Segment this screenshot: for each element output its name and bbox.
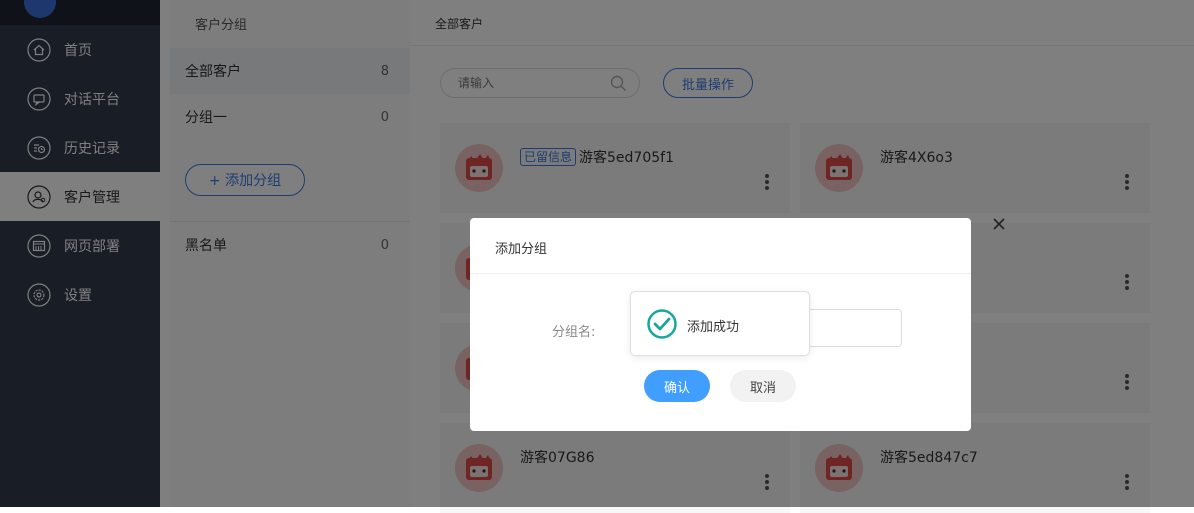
group-name-label: 分组名: [552,325,596,340]
success-toast: 添加成功 [630,291,810,356]
toast-message: 添加成功 [687,320,740,335]
check-circle-icon [647,309,677,339]
divider [470,273,971,274]
cancel-button[interactable]: 取消 [730,370,796,402]
dialog-title: 添加分组 [495,242,548,257]
confirm-button[interactable]: 确认 [644,370,710,402]
close-icon[interactable] [991,216,1007,232]
